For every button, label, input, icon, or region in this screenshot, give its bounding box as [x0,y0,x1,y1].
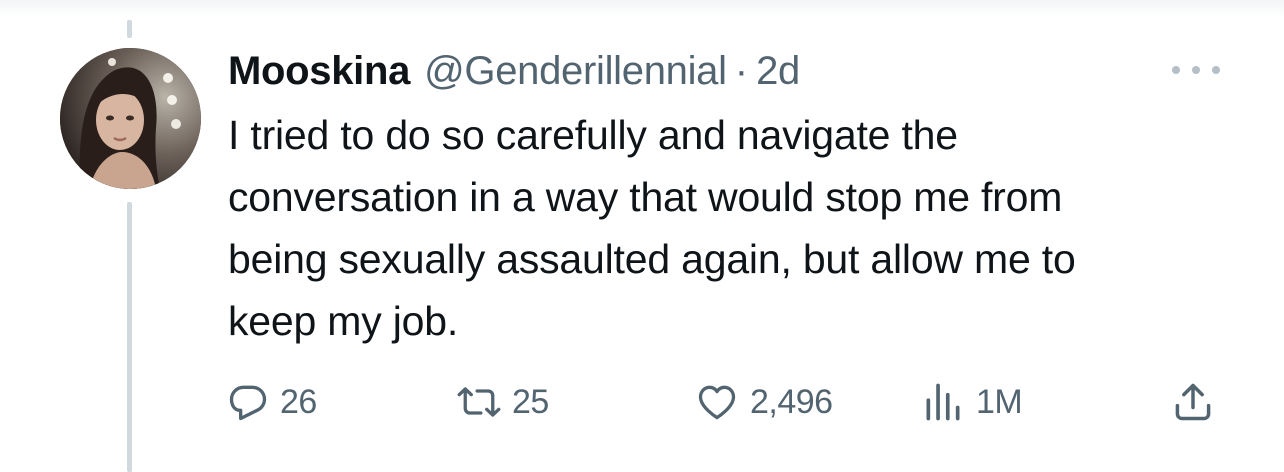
thread-connector-top [127,20,132,38]
share-icon [1170,380,1216,424]
views-count: 1M [976,382,1023,421]
retweet-icon [456,380,502,424]
header-separator: · [734,49,749,93]
display-name[interactable]: Mooskina [228,44,410,98]
more-options-icon[interactable] [1172,58,1220,82]
views-bar-chart-icon [920,380,966,424]
reply-count: 26 [280,382,317,421]
like-count: 2,496 [750,382,833,421]
thread-connector [127,202,132,472]
tweet-header: Mooskina @Genderillennial · 2d [228,44,800,98]
timestamp[interactable]: 2d [756,44,800,98]
previous-tweet-edge [0,0,1284,18]
more-dot [1192,66,1200,74]
avatar-photo [60,48,201,189]
like-button[interactable]: 2,496 [694,372,833,432]
tweet-text: I tried to do so carefully and navigate … [228,112,1076,344]
reply-icon [226,380,270,424]
views-button[interactable]: 1M [920,372,1023,432]
retweet-button[interactable]: 25 [456,372,549,432]
user-handle[interactable]: @Genderillennial [424,44,727,98]
avatar[interactable] [60,48,201,189]
heart-icon [694,380,740,424]
reply-button[interactable]: 26 [226,372,317,432]
share-button[interactable] [1170,372,1216,432]
retweet-count: 25 [512,382,549,421]
more-dot [1212,66,1220,74]
tweet-actions: 26 25 2,496 1M [226,372,1226,432]
more-dot [1172,66,1180,74]
